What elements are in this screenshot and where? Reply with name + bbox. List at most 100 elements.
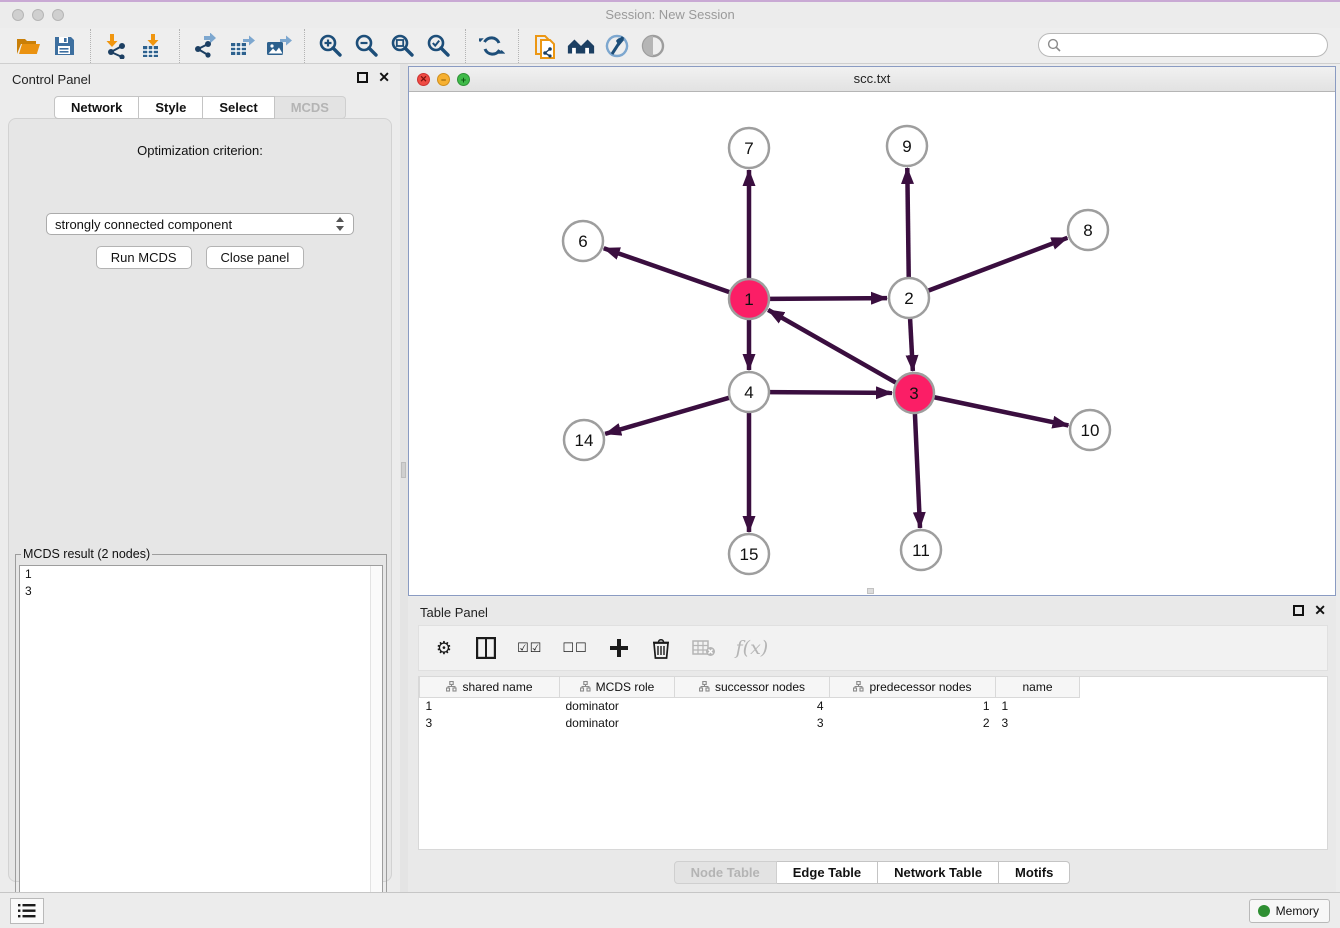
resize-handle[interactable] bbox=[867, 588, 874, 594]
edge-3-1[interactable] bbox=[768, 310, 897, 383]
edge-4-3[interactable] bbox=[769, 392, 892, 393]
maximize-window-button[interactable] bbox=[52, 9, 64, 21]
tab-network[interactable]: Network bbox=[54, 96, 139, 119]
node-9[interactable]: 9 bbox=[887, 126, 927, 166]
mcds-result-area[interactable]: 13 bbox=[19, 565, 383, 924]
tab-network-table[interactable]: Network Table bbox=[878, 861, 999, 884]
gear-icon[interactable]: ⚙ bbox=[433, 636, 455, 660]
export-table-icon[interactable] bbox=[227, 31, 257, 61]
task-history-button[interactable] bbox=[10, 898, 44, 924]
control-panel-title: Control Panel bbox=[12, 72, 91, 87]
zoom-fit-icon[interactable] bbox=[388, 31, 418, 61]
select-all-columns-icon[interactable]: ☑☑ bbox=[517, 636, 542, 660]
table-row[interactable]: 1dominator411 bbox=[420, 697, 1080, 714]
table-cell[interactable]: dominator bbox=[560, 714, 675, 731]
tab-motifs[interactable]: Motifs bbox=[999, 861, 1070, 884]
node-6[interactable]: 6 bbox=[563, 221, 603, 261]
maximize-view-icon[interactable]: + bbox=[457, 73, 470, 86]
node-15[interactable]: 15 bbox=[729, 534, 769, 574]
search-box[interactable] bbox=[1038, 33, 1328, 57]
import-network-icon[interactable] bbox=[102, 31, 132, 61]
table-cell[interactable]: 3 bbox=[420, 714, 560, 731]
tab-node-table[interactable]: Node Table bbox=[674, 861, 777, 884]
node-2[interactable]: 2 bbox=[889, 278, 929, 318]
export-image-icon[interactable] bbox=[263, 31, 293, 61]
table-cell[interactable]: 2 bbox=[830, 714, 996, 731]
float-table-panel-icon[interactable] bbox=[1293, 605, 1304, 616]
minimize-view-icon[interactable]: − bbox=[437, 73, 450, 86]
edge-2-3[interactable] bbox=[910, 318, 913, 371]
run-mcds-button[interactable]: Run MCDS bbox=[96, 246, 192, 269]
column-header-name[interactable]: name bbox=[996, 677, 1080, 697]
node-8[interactable]: 8 bbox=[1068, 210, 1108, 250]
column-header-shared-name[interactable]: shared name bbox=[420, 677, 560, 697]
network-window-titlebar[interactable]: ✕ − + scc.txt bbox=[409, 67, 1335, 92]
edge-2-8[interactable] bbox=[928, 238, 1068, 291]
column-header-successor-nodes[interactable]: successor nodes bbox=[675, 677, 830, 697]
zoom-in-icon[interactable] bbox=[316, 31, 346, 61]
import-table-icon[interactable] bbox=[138, 31, 168, 61]
add-column-icon[interactable] bbox=[608, 636, 630, 660]
close-window-button[interactable] bbox=[12, 9, 24, 21]
edge-3-11[interactable] bbox=[915, 413, 920, 528]
table-cell[interactable]: 1 bbox=[830, 697, 996, 714]
zoom-out-icon[interactable] bbox=[352, 31, 382, 61]
network-window-title: scc.txt bbox=[409, 67, 1335, 91]
node-14[interactable]: 14 bbox=[564, 420, 604, 460]
delete-table-icon[interactable] bbox=[692, 636, 716, 660]
table-cell[interactable]: 4 bbox=[675, 697, 830, 714]
close-panel-button[interactable]: Close panel bbox=[206, 246, 305, 269]
table-row[interactable]: 3dominator323 bbox=[420, 714, 1080, 731]
trash-icon[interactable] bbox=[650, 636, 672, 660]
folder-open-icon[interactable] bbox=[13, 31, 43, 61]
column-header-mcds-role[interactable]: MCDS role bbox=[560, 677, 675, 697]
table-cell[interactable]: 1 bbox=[996, 697, 1080, 714]
search-input[interactable] bbox=[1062, 36, 1327, 54]
tab-mcds[interactable]: MCDS bbox=[275, 96, 346, 119]
column-header-predecessor-nodes[interactable]: predecessor nodes bbox=[830, 677, 996, 697]
result-scrollbar[interactable] bbox=[370, 566, 382, 923]
node-11[interactable]: 11 bbox=[901, 530, 941, 570]
node-7[interactable]: 7 bbox=[729, 128, 769, 168]
chevron-up-down-icon bbox=[335, 216, 345, 232]
deselect-all-columns-icon[interactable]: ☐☐ bbox=[562, 636, 587, 660]
tab-edge-table[interactable]: Edge Table bbox=[777, 861, 878, 884]
criterion-dropdown[interactable]: strongly connected component bbox=[46, 213, 354, 235]
edge-1-2[interactable] bbox=[769, 298, 887, 299]
style-brush-icon[interactable] bbox=[602, 31, 632, 61]
close-view-icon[interactable]: ✕ bbox=[417, 73, 430, 86]
edge-3-10[interactable] bbox=[934, 397, 1069, 425]
network-canvas[interactable]: 7 9 6 8 1 2 4 3 14 10 15 11 bbox=[409, 92, 1335, 595]
edge-1-6[interactable] bbox=[604, 248, 730, 292]
function-icon[interactable]: f(x) bbox=[736, 636, 769, 660]
save-icon[interactable] bbox=[49, 31, 79, 61]
edge-2-9[interactable] bbox=[907, 168, 908, 278]
tab-style[interactable]: Style bbox=[139, 96, 203, 119]
zoom-selected-icon[interactable] bbox=[424, 31, 454, 61]
clone-network-icon[interactable] bbox=[530, 31, 560, 61]
tab-select[interactable]: Select bbox=[203, 96, 274, 119]
vertical-splitter[interactable] bbox=[400, 64, 408, 892]
table-cell[interactable]: 1 bbox=[420, 697, 560, 714]
edge-4-14[interactable] bbox=[605, 398, 730, 434]
minimize-window-button[interactable] bbox=[32, 9, 44, 21]
node-table[interactable]: shared nameMCDS rolesuccessor nodesprede… bbox=[418, 676, 1328, 850]
node-10[interactable]: 10 bbox=[1070, 410, 1110, 450]
node-4[interactable]: 4 bbox=[729, 372, 769, 412]
splitter-handle[interactable] bbox=[401, 462, 406, 478]
table-cell[interactable]: 3 bbox=[996, 714, 1080, 731]
node-3[interactable]: 3 bbox=[894, 373, 934, 413]
mcds-result-title: MCDS result (2 nodes) bbox=[21, 547, 152, 561]
close-table-panel-icon[interactable]: ✕ bbox=[1314, 605, 1326, 616]
memory-button[interactable]: Memory bbox=[1249, 899, 1330, 923]
table-cell[interactable]: dominator bbox=[560, 697, 675, 714]
eye-icon[interactable] bbox=[638, 31, 668, 61]
split-columns-icon[interactable] bbox=[475, 636, 497, 660]
export-network-icon[interactable] bbox=[191, 31, 221, 61]
houses-icon[interactable] bbox=[566, 31, 596, 61]
table-cell[interactable]: 3 bbox=[675, 714, 830, 731]
float-panel-icon[interactable] bbox=[357, 72, 368, 83]
refresh-icon[interactable] bbox=[477, 31, 507, 61]
node-1[interactable]: 1 bbox=[729, 279, 769, 319]
close-panel-icon[interactable]: ✕ bbox=[378, 72, 390, 83]
